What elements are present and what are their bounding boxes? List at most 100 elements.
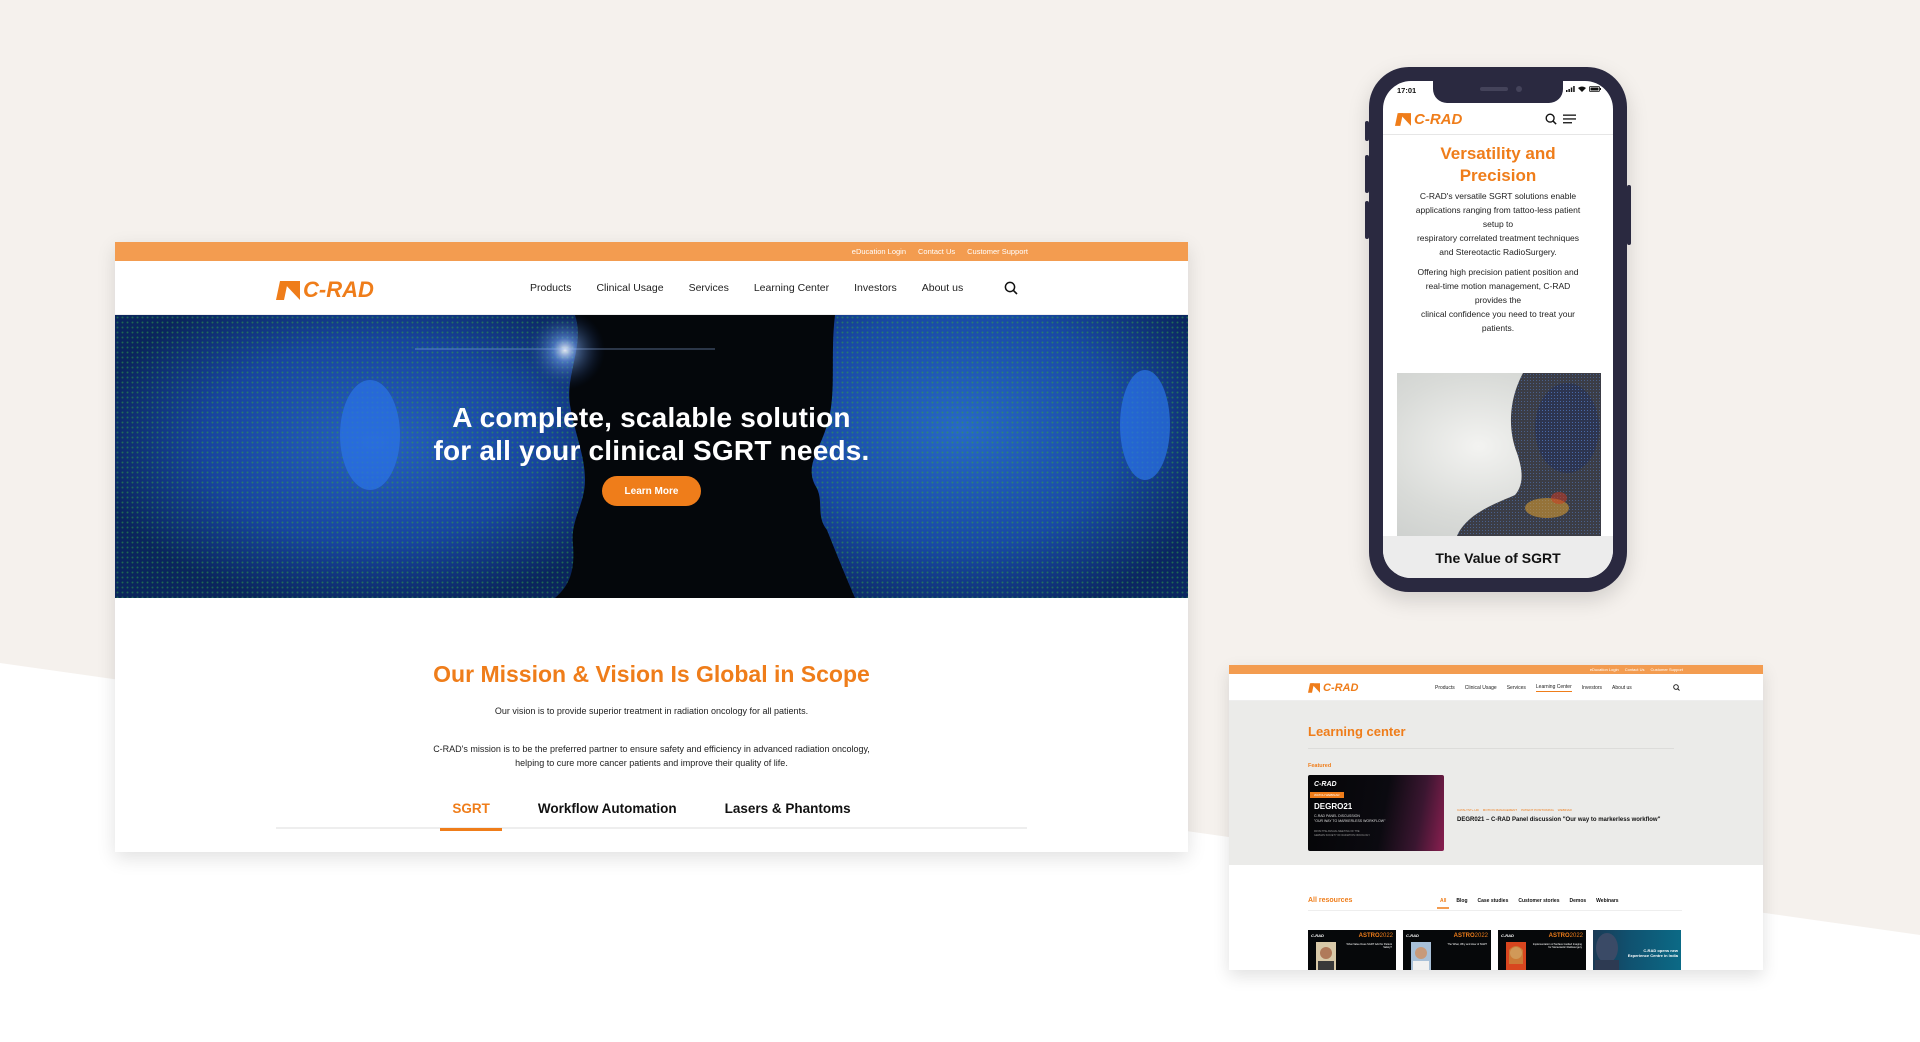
text-line: respiratory correlated treatment techniq… <box>1416 233 1580 243</box>
nav-item-about-us[interactable]: About us <box>1612 685 1632 691</box>
speaker-grille <box>1480 87 1508 91</box>
phone-mockup: 17:01 C-RAD Versatility and Precision C-… <box>1365 67 1631 592</box>
mobile-title-line1: Versatility and <box>1440 144 1556 163</box>
crad-logo-mark-icon <box>276 280 300 300</box>
value-of-sgrt-title[interactable]: The Value of SGRT <box>1383 536 1613 578</box>
search-icon[interactable] <box>1673 684 1680 691</box>
hero-title: A complete, scalable solution for all yo… <box>115 401 1188 467</box>
education-login-link[interactable]: eDucation Login <box>1590 667 1619 672</box>
nav-item-learning-center[interactable]: Learning Center <box>754 282 829 294</box>
text-line: GERMAN SOCIETY OF RADIATION ONCOLOGY <box>1314 833 1371 837</box>
card-description: What Value Does SGRT Add for Patient Saf… <box>1346 943 1392 950</box>
filter-webinars[interactable]: Webinars <box>1596 898 1618 904</box>
nav-item-clinical-usage[interactable]: Clinical Usage <box>596 282 663 294</box>
text-line: patients. <box>1481 323 1515 333</box>
featured-title-link[interactable]: DEGR021 – C-RAD Panel discussion "Our wa… <box>1457 816 1677 824</box>
text-line: provides the <box>1474 295 1522 305</box>
nav-item-products[interactable]: Products <box>530 282 571 294</box>
hero-banner: A complete, scalable solution for all yo… <box>115 315 1188 598</box>
presenter-photo <box>1316 942 1336 970</box>
logo-text: C-RAD <box>1323 682 1359 694</box>
event-name: ASTRO <box>1548 933 1570 939</box>
card-logo: C-RAD <box>1311 933 1324 938</box>
featured-thumbnail[interactable]: C-RAD WATCH WEBINAR DEGRO21 C-RAD PANEL … <box>1308 775 1444 851</box>
customer-support-link[interactable]: Customer Support <box>967 247 1028 256</box>
crad-logo[interactable]: C-RAD <box>1395 111 1462 128</box>
card-event: ASTRO2022 <box>1359 933 1393 939</box>
divider <box>1308 910 1682 911</box>
tag[interactable]: WEBINAR <box>1558 808 1572 812</box>
contact-us-link[interactable]: Contact Us <box>918 247 955 256</box>
filter-case-studies[interactable]: Case studies <box>1478 898 1509 904</box>
text-line: "OUR WAY TO MARKERLESS WORKFLOW" <box>1314 818 1386 823</box>
tab-lasers-phantoms[interactable]: Lasers & Phantoms <box>713 799 863 829</box>
phone-volume-down-button <box>1365 201 1369 239</box>
crad-logo[interactable]: C-RAD <box>1308 682 1358 694</box>
resource-card[interactable]: C-RAD ASTRO2022 What Value Does SGRT Add… <box>1308 930 1396 970</box>
event-year: 2022 <box>1569 933 1583 939</box>
text-line: setup to <box>1482 219 1514 229</box>
status-icons <box>1566 86 1601 92</box>
resource-filters: All Blog Case studies Customer stories D… <box>1436 898 1619 909</box>
text-line: applications ranging from tattoo-less pa… <box>1415 205 1581 215</box>
nav-item-about-us[interactable]: About us <box>922 282 963 294</box>
education-login-link[interactable]: eDucation Login <box>852 247 906 256</box>
filter-all[interactable]: All <box>1436 898 1451 909</box>
hero-title-line2: for all your clinical SGRT needs. <box>433 435 870 466</box>
nav-item-services[interactable]: Services <box>1507 685 1526 691</box>
presenter-photo <box>1506 942 1526 970</box>
hamburger-menu-icon[interactable] <box>1563 114 1576 124</box>
card-event: ASTRO2022 <box>1549 933 1583 939</box>
tag[interactable]: MOTION MANAGEMENT <box>1483 808 1517 812</box>
signal-icon <box>1566 86 1575 92</box>
mobile-header: C-RAD <box>1383 103 1613 135</box>
thumb-heading: DEGRO21 <box>1314 802 1353 811</box>
featured-section: Learning center Featured C-RAD WATCH WEB… <box>1229 701 1763 865</box>
battery-icon <box>1589 86 1601 92</box>
phone-mute-button <box>1365 121 1369 141</box>
mission-heading: Our Mission & Vision Is Global in Scope <box>433 661 870 687</box>
filter-customer-stories[interactable]: Customer stories <box>1518 898 1559 904</box>
nav-item-services[interactable]: Services <box>689 282 729 294</box>
tag[interactable]: CATALYST+ HD <box>1457 808 1479 812</box>
mobile-paragraph-2: Offering high precision patient position… <box>1393 265 1603 335</box>
resource-cards: C-RAD ASTRO2022 What Value Does SGRT Add… <box>1308 930 1681 970</box>
nav-item-products[interactable]: Products <box>1435 685 1455 691</box>
filter-demos[interactable]: Demos <box>1569 898 1586 904</box>
mission-text-line2: helping to cure more cancer patients and… <box>515 758 788 768</box>
card-event: ASTRO2022 <box>1454 933 1488 939</box>
phone-volume-up-button <box>1365 155 1369 193</box>
all-resources-heading: All resources <box>1308 897 1353 904</box>
sgrt-portrait-image[interactable] <box>1397 373 1601 536</box>
tab-workflow-automation[interactable]: Workflow Automation <box>526 799 689 829</box>
resource-card[interactable]: C-RAD ASTRO2022 The What, Why and How of… <box>1403 930 1491 970</box>
resource-card[interactable]: C-RAD ASTRO2022 Implementation of Surfac… <box>1498 930 1586 970</box>
event-name: ASTRO <box>1453 933 1475 939</box>
resource-card[interactable]: C-RAD opens new Experience Centre in Ind… <box>1593 930 1681 970</box>
tag[interactable]: PATIENT POSITIONING <box>1521 808 1554 812</box>
thumb-logo: C-RAD <box>1314 781 1337 788</box>
thumb-subtitle: C-RAD PANEL DISCUSSION "OUR WAY TO MARKE… <box>1314 814 1424 823</box>
hero-title-line1: A complete, scalable solution <box>452 402 851 433</box>
phone-power-button <box>1627 185 1631 245</box>
nav-item-clinical-usage[interactable]: Clinical Usage <box>1465 685 1497 691</box>
crad-logo[interactable]: C-RAD <box>276 277 374 303</box>
search-icon[interactable] <box>1004 281 1018 295</box>
watch-webinar-badge: WATCH WEBINAR <box>1310 792 1344 798</box>
filter-blog[interactable]: Blog <box>1456 898 1467 904</box>
phone-notch <box>1433 81 1563 103</box>
nav-item-investors[interactable]: Investors <box>1582 685 1602 691</box>
nav-item-investors[interactable]: Investors <box>854 282 897 294</box>
learn-more-button[interactable]: Learn More <box>602 476 701 506</box>
customer-support-link[interactable]: Customer Support <box>1651 667 1683 672</box>
tab-sgrt[interactable]: SGRT <box>440 799 502 831</box>
learning-center-mockup: eDucation Login Contact Us Customer Supp… <box>1229 665 1763 970</box>
contact-us-link[interactable]: Contact Us <box>1625 667 1645 672</box>
card-logo: C-RAD <box>1501 933 1514 938</box>
crad-logo-mark-icon <box>1395 113 1411 126</box>
nav-item-learning-center[interactable]: Learning Center <box>1535 684 1572 692</box>
desktop-homepage-mockup: eDucation Login Contact Us Customer Supp… <box>115 242 1188 852</box>
vision-text: Our vision is to provide superior treatm… <box>494 706 809 716</box>
search-icon[interactable] <box>1545 113 1557 125</box>
status-time: 17:01 <box>1397 86 1417 95</box>
